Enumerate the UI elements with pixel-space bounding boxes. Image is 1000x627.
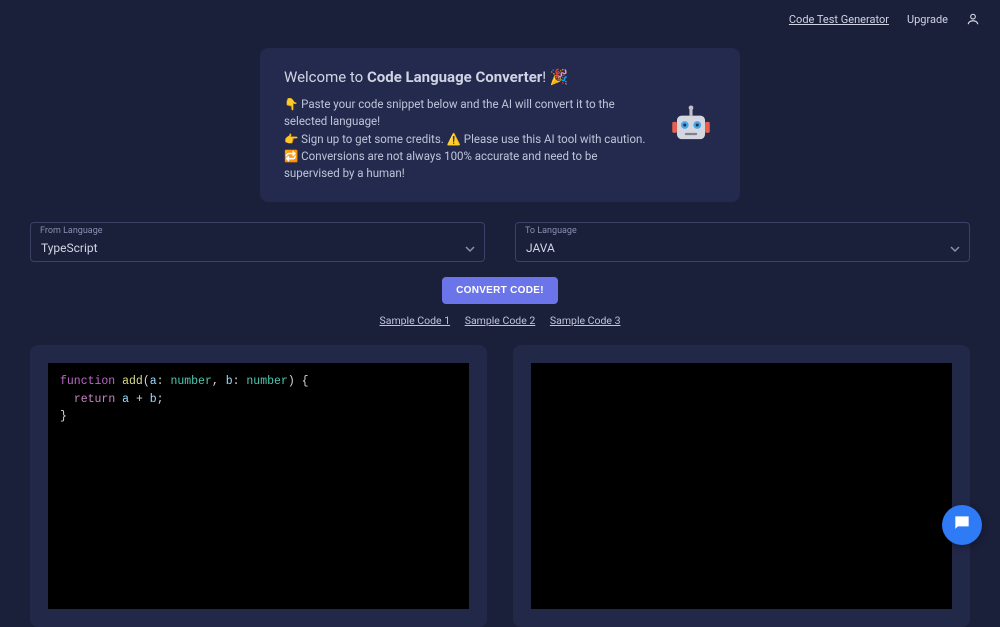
to-language-label: To Language xyxy=(525,226,577,236)
welcome-title: Welcome to Code Language Converter! 🎉 xyxy=(284,68,646,86)
punct-close-brace: } xyxy=(60,410,67,423)
code-line-1: function add(a: number, b: number) { xyxy=(60,373,457,390)
target-code-editor[interactable] xyxy=(531,363,952,609)
welcome-line-3: 🔁 Conversions are not always 100% accura… xyxy=(284,148,646,183)
punct-plus: + xyxy=(129,393,150,406)
welcome-title-bold: Code Language Converter xyxy=(367,68,542,86)
from-language-label: From Language xyxy=(40,226,103,236)
chat-icon xyxy=(952,513,972,537)
var-a: a xyxy=(122,393,129,406)
source-editor-panel: function add(a: number, b: number) { ret… xyxy=(30,345,487,627)
convert-row: CONVERT CODE! xyxy=(0,277,1000,304)
welcome-line-1: 👇 Paste your code snippet below and the … xyxy=(284,96,646,131)
punct-open: ( xyxy=(143,375,150,388)
punct-colon: : xyxy=(233,375,247,388)
robot-icon xyxy=(666,100,716,150)
indent xyxy=(60,393,74,406)
editors-row: function add(a: number, b: number) { ret… xyxy=(0,345,1000,627)
welcome-line-2: 👉 Sign up to get some credits. ⚠️ Please… xyxy=(284,131,646,148)
param-a: a xyxy=(150,375,157,388)
sample-code-2-link[interactable]: Sample Code 2 xyxy=(465,314,536,327)
punct-comma: , xyxy=(212,375,226,388)
welcome-title-prefix: Welcome to xyxy=(284,68,367,86)
code-line-2: return a + b; xyxy=(60,391,457,408)
from-language-wrap: From Language TypeScript xyxy=(30,222,485,262)
function-name: add xyxy=(115,375,143,388)
chat-button[interactable] xyxy=(942,505,982,545)
sample-links-row: Sample Code 1 Sample Code 2 Sample Code … xyxy=(0,314,1000,327)
sample-code-3-link[interactable]: Sample Code 3 xyxy=(550,314,621,327)
language-select-row: From Language TypeScript To Language JAV… xyxy=(0,222,1000,262)
keyword-function: function xyxy=(60,375,115,388)
target-editor-panel xyxy=(513,345,970,627)
type-number: number xyxy=(246,375,287,388)
upgrade-link[interactable]: Upgrade xyxy=(907,13,948,26)
punct-colon: : xyxy=(157,375,171,388)
code-test-generator-link[interactable]: Code Test Generator xyxy=(789,13,889,26)
welcome-card: Welcome to Code Language Converter! 🎉 👇 … xyxy=(260,48,740,202)
punct-close-sig: ) { xyxy=(288,375,309,388)
type-number: number xyxy=(170,375,211,388)
convert-code-button[interactable]: CONVERT CODE! xyxy=(442,277,558,304)
welcome-text-block: Welcome to Code Language Converter! 🎉 👇 … xyxy=(284,68,646,182)
var-b: b xyxy=(150,393,157,406)
to-language-wrap: To Language JAVA xyxy=(515,222,970,262)
top-nav: Code Test Generator Upgrade xyxy=(0,0,1000,38)
code-line-3: } xyxy=(60,408,457,425)
keyword-return: return xyxy=(74,393,115,406)
to-language-select[interactable]: JAVA xyxy=(515,222,970,262)
profile-icon[interactable] xyxy=(966,12,980,26)
punct-semi: ; xyxy=(157,393,164,406)
sample-code-1-link[interactable]: Sample Code 1 xyxy=(380,314,451,327)
param-b: b xyxy=(226,375,233,388)
welcome-title-suffix: ! 🎉 xyxy=(542,68,568,86)
source-code-editor[interactable]: function add(a: number, b: number) { ret… xyxy=(48,363,469,609)
